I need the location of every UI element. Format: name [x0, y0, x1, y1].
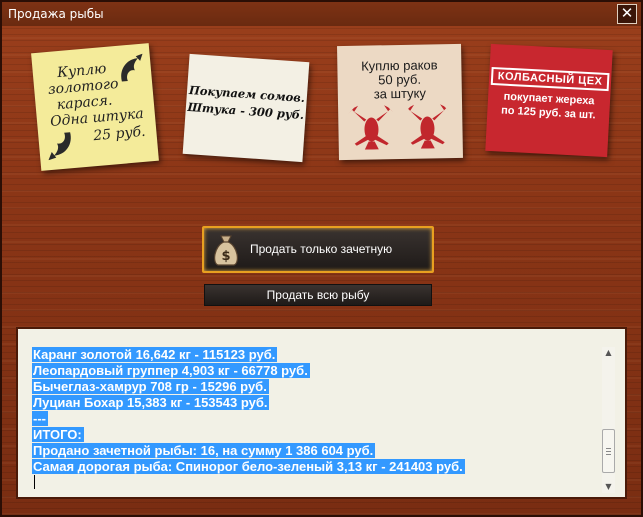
log-line: Леопардовый группер 4,903 кг - 66778 руб…: [32, 363, 310, 378]
crayfish-notice: Куплю раков 50 руб. за штуку: [337, 43, 463, 161]
fish-sale-window: Продажа рыбы ✕ Куплю золотого карася. Од…: [0, 0, 643, 517]
svg-text:$: $: [221, 249, 230, 264]
fish-icon: [48, 132, 71, 161]
crayfish-icon: [404, 104, 451, 149]
sale-log-textarea[interactable]: Каранг золотой 16,642 кг - 115123 руб. Л…: [16, 327, 627, 499]
close-icon: ✕: [620, 4, 634, 22]
window-title: Продажа рыбы: [8, 7, 104, 21]
catfish-notice: Покупаем сомов. Штука - 300 руб.: [182, 53, 310, 163]
goldfish-notice: Куплю золотого карася. Одна штука 25 руб…: [31, 43, 159, 171]
sale-log-content: Каранг золотой 16,642 кг - 115123 руб. Л…: [32, 347, 602, 475]
log-line: ИТОГО:: [32, 427, 84, 442]
log-scrollbar[interactable]: ▲ ▼: [602, 347, 615, 493]
sell-all-label: Продать всю рыбу: [266, 288, 370, 302]
log-line: Самая дорогая рыба: Спинорог бело-зелены…: [32, 459, 465, 474]
money-bag-icon: $: [214, 235, 238, 266]
log-line: ---: [32, 411, 48, 426]
fish-icon: [121, 53, 143, 82]
log-line: Луциан Бохар 15,383 кг - 153543 руб.: [32, 395, 270, 410]
sausage-workshop-notice: КОЛБАСНЫЙ ЦЕХ покупает жереха по 125 руб…: [485, 43, 613, 158]
chevron-down-icon[interactable]: ▼: [602, 481, 615, 493]
close-button[interactable]: ✕: [617, 4, 637, 24]
text-caret: [34, 475, 35, 489]
chevron-up-icon[interactable]: ▲: [602, 347, 615, 359]
sell-qualifying-button[interactable]: $ Продать только зачетную: [202, 226, 434, 273]
scrollbar-thumb[interactable]: [602, 429, 615, 473]
sell-all-button[interactable]: Продать всю рыбу: [204, 284, 432, 306]
sell-qualifying-label: Продать только зачетную: [250, 242, 393, 256]
log-line: Каранг золотой 16,642 кг - 115123 руб.: [32, 347, 278, 362]
log-line: Бычеглаз-хамрур 708 гр - 15296 руб.: [32, 379, 269, 394]
log-line: Продано зачетной рыбы: 16, на сумму 1 38…: [32, 443, 376, 458]
crayfish-icon: [348, 105, 395, 150]
crayfish-line3: за штуку: [373, 85, 427, 102]
sausage-brand: КОЛБАСНЫЙ ЦЕХ: [490, 66, 610, 92]
title-bar: Продажа рыбы ✕: [2, 2, 641, 26]
